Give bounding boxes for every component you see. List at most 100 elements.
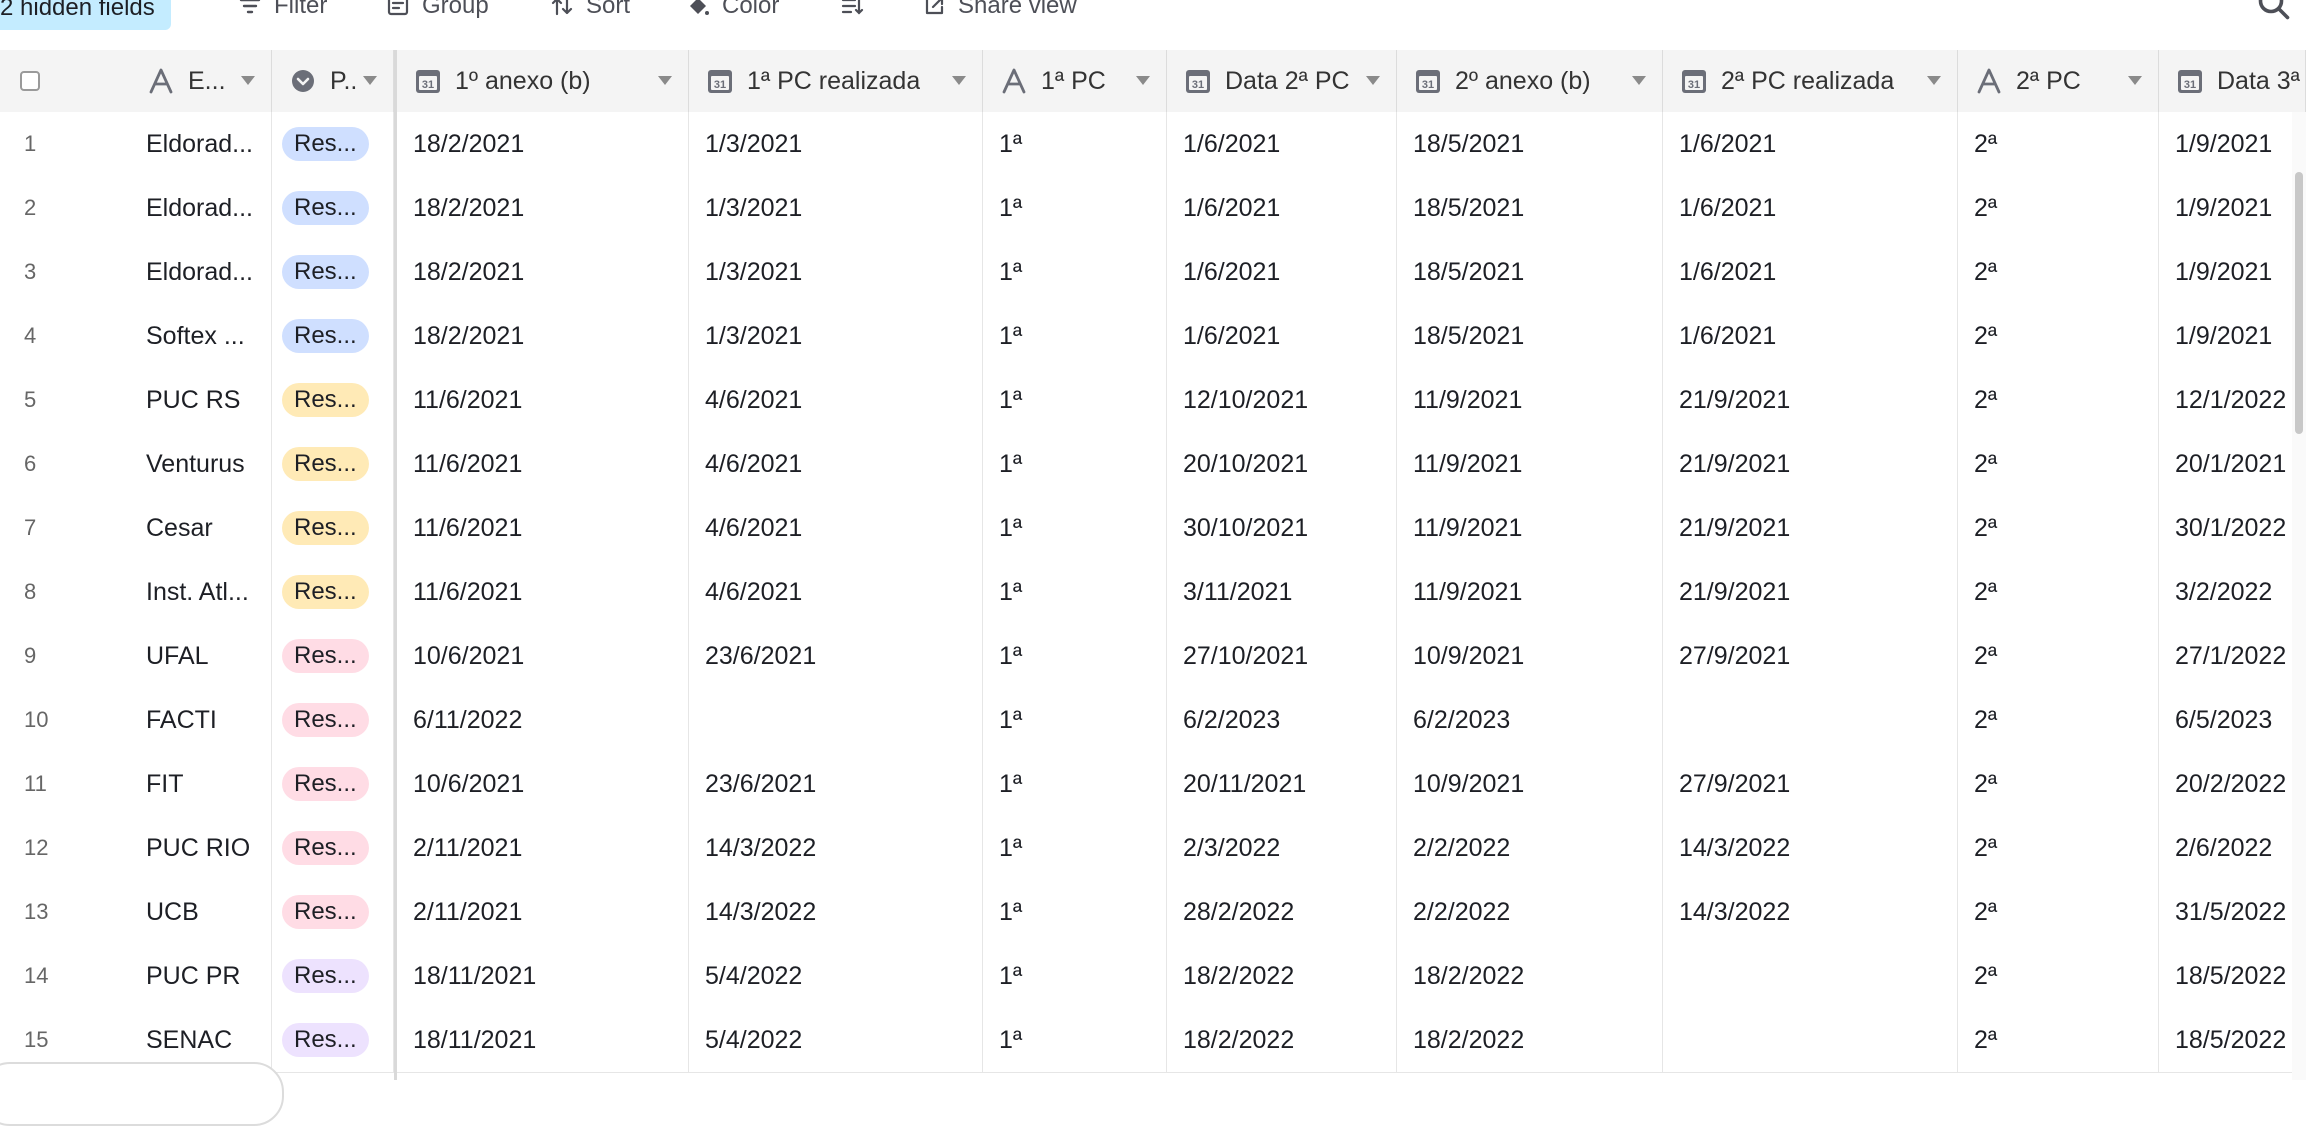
data-cell[interactable]: 2ª bbox=[1958, 560, 2159, 624]
data-cell[interactable]: 1ª bbox=[983, 432, 1167, 496]
data-cell[interactable]: 11/6/2021 bbox=[397, 496, 689, 560]
data-cell[interactable]: 2ª bbox=[1958, 496, 2159, 560]
data-cell[interactable]: 21/9/2021 bbox=[1663, 560, 1958, 624]
data-cell[interactable]: 6/5/2023 bbox=[2159, 688, 2306, 752]
data-cell[interactable]: 2/2/2022 bbox=[1397, 816, 1663, 880]
data-cell[interactable]: 18/2/2021 bbox=[397, 176, 689, 240]
table-row[interactable]: 8 Inst. Atl... Res... 11/6/2021 4/6/2021 1ª 3/… bbox=[0, 560, 2306, 625]
data-cell[interactable]: 18/5/2021 bbox=[1397, 304, 1663, 368]
color-button[interactable]: Color bbox=[686, 0, 779, 26]
table-row[interactable]: 11 FIT Res... 10/6/2021 23/6/2021 1ª 20/11/202… bbox=[0, 752, 2306, 817]
data-cell[interactable]: 10/6/2021 bbox=[397, 752, 689, 816]
data-cell[interactable]: 1/6/2021 bbox=[1663, 176, 1958, 240]
table-row[interactable]: 3 Eldorad... Res... 18/2/2021 1/3/2021 1ª 1/6/… bbox=[0, 240, 2306, 305]
frozen-column-divider[interactable] bbox=[394, 50, 397, 1080]
chevron-down-icon[interactable] bbox=[363, 76, 377, 85]
chevron-down-icon[interactable] bbox=[1927, 76, 1941, 85]
data-cell[interactable]: 11/6/2021 bbox=[397, 368, 689, 432]
chevron-down-icon[interactable] bbox=[1632, 76, 1646, 85]
data-cell[interactable]: 27/9/2021 bbox=[1663, 752, 1958, 816]
data-cell[interactable]: 1/6/2021 bbox=[1663, 240, 1958, 304]
data-cell[interactable]: 2ª bbox=[1958, 368, 2159, 432]
entity-cell[interactable]: Venturus bbox=[130, 432, 272, 496]
data-cell[interactable] bbox=[1663, 1008, 1958, 1072]
data-cell[interactable]: 1/6/2021 bbox=[1167, 304, 1397, 368]
entity-cell[interactable]: Cesar bbox=[130, 496, 272, 560]
column-header[interactable]: P.. bbox=[272, 50, 394, 112]
data-cell[interactable]: 1ª bbox=[983, 240, 1167, 304]
data-cell[interactable]: 2ª bbox=[1958, 112, 2159, 176]
data-cell[interactable]: 12/10/2021 bbox=[1167, 368, 1397, 432]
data-cell[interactable]: 18/2/2022 bbox=[1397, 944, 1663, 1008]
entity-cell[interactable]: Softex ... bbox=[130, 304, 272, 368]
data-cell[interactable]: 2ª bbox=[1958, 1008, 2159, 1072]
scrollbar-thumb[interactable] bbox=[2295, 172, 2303, 434]
data-cell[interactable]: 1ª bbox=[983, 688, 1167, 752]
status-cell[interactable]: Res... bbox=[272, 176, 394, 240]
data-cell[interactable]: 14/3/2022 bbox=[1663, 816, 1958, 880]
table-row[interactable]: 14 PUC PR Res... 18/11/2021 5/4/2022 1ª 18/2/2… bbox=[0, 944, 2306, 1009]
entity-cell[interactable]: Eldorad... bbox=[130, 240, 272, 304]
data-cell[interactable]: 2ª bbox=[1958, 176, 2159, 240]
data-cell[interactable]: 1/6/2021 bbox=[1663, 112, 1958, 176]
data-cell[interactable]: 2/6/2022 bbox=[2159, 816, 2306, 880]
entity-cell[interactable]: PUC RS bbox=[130, 368, 272, 432]
entity-cell[interactable]: Inst. Atl... bbox=[130, 560, 272, 624]
select-all-checkbox[interactable] bbox=[20, 71, 40, 91]
status-cell[interactable]: Res... bbox=[272, 944, 394, 1008]
data-cell[interactable]: 10/9/2021 bbox=[1397, 752, 1663, 816]
data-cell[interactable]: 6/2/2023 bbox=[1167, 688, 1397, 752]
chevron-down-icon[interactable] bbox=[1366, 76, 1380, 85]
data-cell[interactable]: 2/2/2022 bbox=[1397, 880, 1663, 944]
data-cell[interactable]: 21/9/2021 bbox=[1663, 368, 1958, 432]
sort-button[interactable]: Sort bbox=[550, 0, 630, 26]
data-cell[interactable]: 1/6/2021 bbox=[1167, 112, 1397, 176]
status-cell[interactable]: Res... bbox=[272, 304, 394, 368]
data-cell[interactable]: 18/2/2022 bbox=[1397, 1008, 1663, 1072]
data-cell[interactable]: 27/1/2022 bbox=[2159, 624, 2306, 688]
share-view-button[interactable]: Share view bbox=[922, 0, 1077, 26]
data-cell[interactable] bbox=[689, 688, 983, 752]
column-header[interactable]: 31 2º anexo (b) bbox=[1397, 50, 1663, 112]
data-cell[interactable]: 31/5/2022 bbox=[2159, 880, 2306, 944]
data-cell[interactable]: 11/6/2021 bbox=[397, 560, 689, 624]
table-row[interactable]: 5 PUC RS Res... 11/6/2021 4/6/2021 1ª 12/10/20… bbox=[0, 368, 2306, 433]
data-cell[interactable]: 1ª bbox=[983, 112, 1167, 176]
data-cell[interactable]: 18/11/2021 bbox=[397, 1008, 689, 1072]
data-cell[interactable]: 14/3/2022 bbox=[689, 880, 983, 944]
data-cell[interactable]: 4/6/2021 bbox=[689, 496, 983, 560]
data-cell[interactable]: 20/10/2021 bbox=[1167, 432, 1397, 496]
data-cell[interactable]: 3/11/2021 bbox=[1167, 560, 1397, 624]
status-cell[interactable]: Res... bbox=[272, 432, 394, 496]
chevron-down-icon[interactable] bbox=[952, 76, 966, 85]
status-cell[interactable]: Res... bbox=[272, 112, 394, 176]
data-cell[interactable]: 2ª bbox=[1958, 624, 2159, 688]
data-cell[interactable]: 11/9/2021 bbox=[1397, 560, 1663, 624]
data-cell[interactable]: 1ª bbox=[983, 304, 1167, 368]
table-row[interactable]: 10 FACTI Res... 6/11/2022 1ª 6/2/2023 6/2/2023… bbox=[0, 688, 2306, 753]
entity-cell[interactable]: UCB bbox=[130, 880, 272, 944]
status-cell[interactable]: Res... bbox=[272, 752, 394, 816]
table-row[interactable]: 9 UFAL Res... 10/6/2021 23/6/2021 1ª 27/10/202… bbox=[0, 624, 2306, 689]
entity-cell[interactable]: Eldorad... bbox=[130, 112, 272, 176]
vertical-scrollbar[interactable] bbox=[2292, 112, 2306, 1080]
data-cell[interactable]: 5/4/2022 bbox=[689, 944, 983, 1008]
chevron-down-icon[interactable] bbox=[241, 76, 255, 85]
data-cell[interactable]: 1ª bbox=[983, 368, 1167, 432]
chevron-down-icon[interactable] bbox=[2128, 76, 2142, 85]
data-cell[interactable]: 1ª bbox=[983, 816, 1167, 880]
data-cell[interactable]: 1/3/2021 bbox=[689, 112, 983, 176]
data-cell[interactable] bbox=[1663, 688, 1958, 752]
table-row[interactable]: 4 Softex ... Res... 18/2/2021 1/3/2021 1ª 1/6/… bbox=[0, 304, 2306, 369]
hidden-fields-button[interactable]: 2 hidden fields bbox=[0, 0, 171, 30]
data-cell[interactable]: 18/2/2021 bbox=[397, 112, 689, 176]
data-cell[interactable]: 10/6/2021 bbox=[397, 624, 689, 688]
table-row[interactable]: 6 Venturus Res... 11/6/2021 4/6/2021 1ª 20/10/… bbox=[0, 432, 2306, 497]
status-cell[interactable]: Res... bbox=[272, 688, 394, 752]
data-cell[interactable]: 2ª bbox=[1958, 688, 2159, 752]
data-cell[interactable]: 1/9/2021 bbox=[2159, 176, 2306, 240]
data-cell[interactable]: 2ª bbox=[1958, 240, 2159, 304]
data-cell[interactable]: 18/5/2021 bbox=[1397, 176, 1663, 240]
chevron-down-icon[interactable] bbox=[1136, 76, 1150, 85]
data-cell[interactable]: 1/6/2021 bbox=[1167, 240, 1397, 304]
